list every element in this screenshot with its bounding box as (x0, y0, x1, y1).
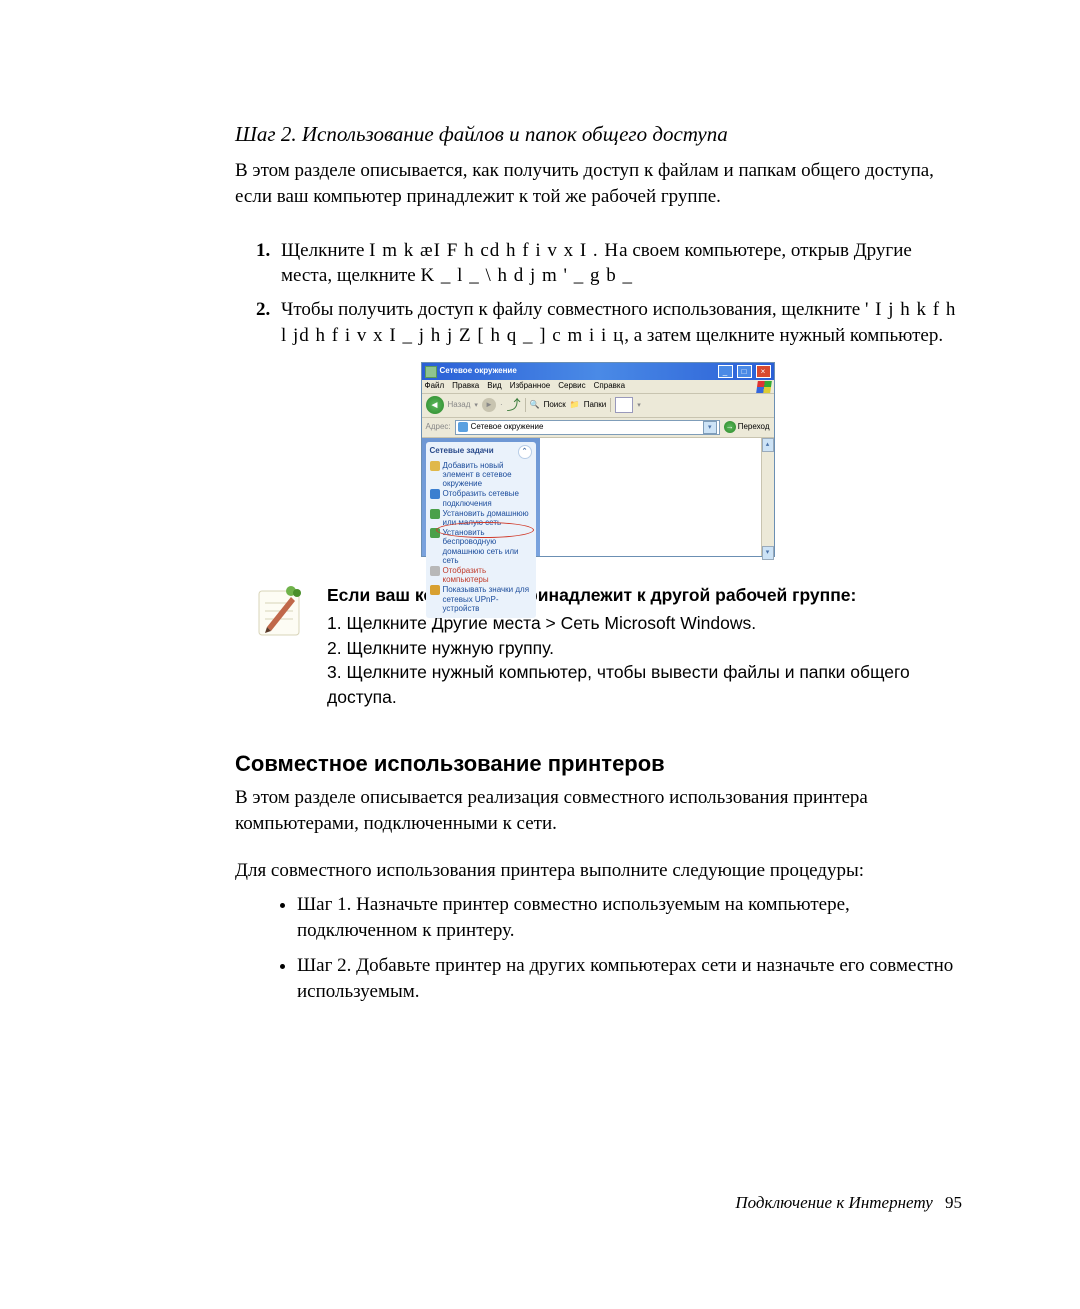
address-label: Адрес: (426, 422, 451, 433)
address-bar: Адрес: Сетевое окружение ▾ → Переход (422, 418, 774, 438)
note-icon (253, 583, 309, 639)
scroll-down-icon[interactable]: ▾ (762, 546, 774, 560)
task-label: Добавить новый элемент в сетевое окружен… (443, 461, 532, 489)
step-1-garbled-2: K _ l _ \ h d j m ' _ g b _ (420, 265, 633, 286)
note-block: Если ваш компьютер принадлежит к другой … (253, 583, 960, 710)
task-setup-wireless[interactable]: Установить беспроводную домашнюю сеть ил… (430, 528, 532, 565)
search-label: Поиск (544, 400, 566, 411)
menu-bar: Файл Правка Вид Избранное Сервис Справка (422, 380, 774, 394)
scroll-track[interactable] (762, 452, 774, 546)
menu-view[interactable]: Вид (487, 381, 501, 392)
step-1: Щелкните I m k ӕI F h cd h f i v x I . Н… (275, 238, 960, 289)
forward-button[interactable]: ► (482, 398, 496, 412)
task-icon (430, 566, 440, 576)
note-line-2: 2. Щелкните нужную группу. (327, 636, 960, 661)
address-dropdown-icon[interactable]: ▾ (703, 421, 717, 434)
toolbar: ◄ Назад ▾ ► · ⤴ 🔍 Поиск 📁 Папки ▾ (422, 394, 774, 418)
task-icon (430, 489, 440, 499)
numbered-steps: Щелкните I m k ӕI F h cd h f i v x I . Н… (235, 238, 960, 349)
folders-label: Папки (584, 400, 607, 411)
note-line-1: 1. Щелкните Другие места > Сеть Microsof… (327, 611, 960, 636)
task-label: Показывать значки для сетевых UPnP-устро… (443, 585, 532, 613)
panel-heading[interactable]: Сетевые задачи ⌃ (430, 445, 532, 459)
toolbar-separator: · (500, 400, 503, 411)
page-number: 95 (945, 1193, 962, 1212)
menu-edit[interactable]: Правка (452, 381, 479, 392)
footer-text: Подключение к Интернету (735, 1193, 932, 1212)
panel-title: Сетевые задачи (430, 446, 494, 457)
close-button[interactable]: × (756, 365, 771, 378)
go-button[interactable]: → Переход (724, 421, 770, 433)
main-content-area: ▴ ▾ (540, 438, 774, 556)
intro-paragraph: В этом разделе описывается, как получить… (235, 158, 960, 209)
scroll-up-icon[interactable]: ▴ (762, 438, 774, 452)
task-setup-home[interactable]: Установить домашнюю или малую сеть (430, 509, 532, 527)
task-label: Установить беспроводную домашнюю сеть ил… (443, 528, 532, 565)
vertical-scrollbar[interactable]: ▴ ▾ (761, 438, 774, 556)
views-dropdown-icon[interactable]: ▾ (637, 401, 641, 410)
go-label: Переход (738, 422, 770, 433)
address-input[interactable]: Сетевое окружение ▾ (455, 420, 720, 435)
task-icon (430, 528, 440, 538)
views-button[interactable] (615, 397, 633, 413)
address-icon (458, 422, 468, 432)
back-label: Назад (448, 400, 471, 411)
step-1-garbled-1: I m k ӕI F h cd h f i v x I . Н (369, 240, 619, 261)
window-icon (425, 366, 437, 378)
panel-collapse-icon[interactable]: ⌃ (518, 445, 532, 459)
task-show-connections[interactable]: Отобразить сетевые подключения (430, 489, 532, 507)
back-dropdown-icon[interactable]: ▾ (474, 401, 478, 410)
printers-p1: В этом разделе описывается реализация со… (235, 785, 960, 836)
back-button[interactable]: ◄ (426, 396, 444, 414)
task-icon (430, 585, 440, 595)
note-line-3: 3. Щелкните нужный компьютер, чтобы выве… (327, 660, 960, 709)
page-footer: Подключение к Интернету 95 (735, 1192, 962, 1215)
window-content: Сетевые задачи ⌃ Добавить новый элемент … (422, 438, 774, 556)
step-2: Чтобы получить доступ к файлу совместног… (275, 297, 960, 348)
windows-flag-icon (756, 381, 772, 393)
task-label: Установить домашнюю или малую сеть (443, 509, 532, 527)
task-label: Отобразить сетевые подключения (443, 489, 532, 507)
maximize-button[interactable]: □ (737, 365, 752, 378)
network-tasks-panel: Сетевые задачи ⌃ Добавить новый элемент … (426, 442, 536, 618)
up-button[interactable]: ⤴ (507, 396, 521, 415)
printers-step-1: Шаг 1. Назначьте принтер совместно испол… (297, 892, 960, 943)
printers-step-2: Шаг 2. Добавьте принтер на других компью… (297, 953, 960, 1004)
search-icon[interactable]: 🔍 (530, 400, 540, 411)
tasks-sidebar: Сетевые задачи ⌃ Добавить новый элемент … (422, 438, 540, 556)
task-icon (430, 461, 440, 471)
xp-window: Сетевое окружение _ □ × Файл Правка Вид … (421, 362, 775, 557)
task-show-upnp[interactable]: Показывать значки для сетевых UPnP-устро… (430, 585, 532, 613)
printers-heading: Совместное использование принтеров (235, 749, 960, 779)
step-1-text-a: Щелкните (281, 240, 369, 261)
note-heading: Если ваш компьютер принадлежит к другой … (327, 583, 960, 608)
step-2-text-a: Чтобы получить доступ к файлу совместног… (281, 299, 865, 320)
step-2-text-b: , а затем щелкните нужный компьютер. (624, 325, 943, 346)
menu-file[interactable]: Файл (425, 381, 445, 392)
folders-icon[interactable]: 📁 (570, 400, 580, 411)
window-titlebar: Сетевое окружение _ □ × (422, 363, 774, 380)
toolbar-divider (525, 398, 526, 412)
task-label: Отобразить компьютеры (443, 566, 532, 584)
printers-steps: Шаг 1. Назначьте принтер совместно испол… (235, 892, 960, 1005)
minimize-button[interactable]: _ (718, 365, 733, 378)
note-body: Если ваш компьютер принадлежит к другой … (327, 583, 960, 710)
printers-p2: Для совместного использования принтера в… (235, 858, 960, 884)
menu-help[interactable]: Справка (594, 381, 625, 392)
menu-favorites[interactable]: Избранное (510, 381, 551, 392)
window-title: Сетевое окружение (440, 366, 714, 377)
task-show-computers[interactable]: Отобразить компьютеры (430, 566, 532, 584)
task-icon (430, 509, 440, 519)
address-value: Сетевое окружение (471, 422, 544, 433)
go-icon: → (724, 421, 736, 433)
menu-tools[interactable]: Сервис (558, 381, 585, 392)
toolbar-divider-2 (610, 398, 611, 412)
step-title: Шаг 2. Использование файлов и папок обще… (235, 120, 960, 148)
task-add-place[interactable]: Добавить новый элемент в сетевое окружен… (430, 461, 532, 489)
